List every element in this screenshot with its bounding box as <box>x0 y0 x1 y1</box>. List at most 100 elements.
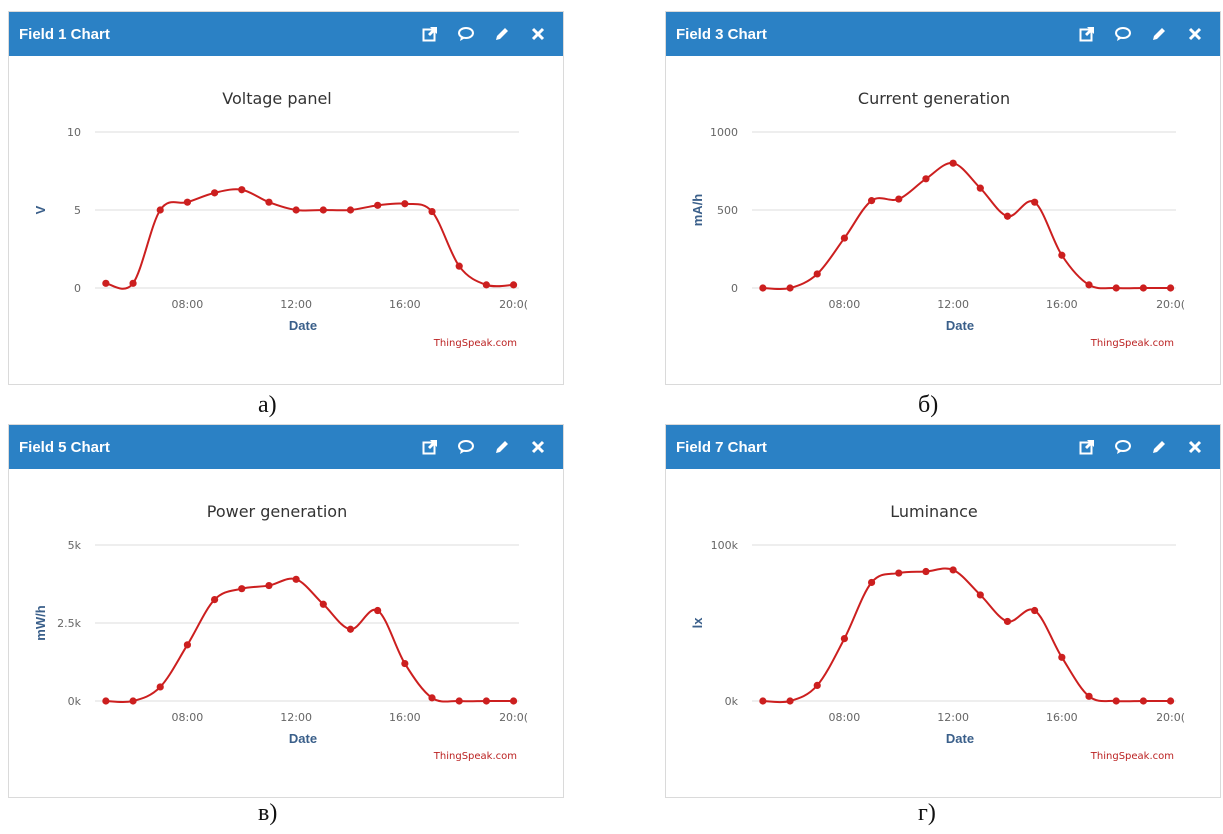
x-tick-label: 16:00 <box>389 298 421 311</box>
x-axis-label: Date <box>946 318 974 333</box>
data-point <box>346 625 355 633</box>
x-tick-label: 16:00 <box>1046 711 1078 724</box>
data-point <box>455 697 463 705</box>
x-tick-label: 08:00 <box>172 298 204 311</box>
chart-title: Luminance <box>890 502 978 521</box>
y-tick-label: 1000 <box>710 126 738 139</box>
chart-title: Voltage panel <box>222 89 332 108</box>
data-point <box>1031 606 1039 615</box>
close-icon[interactable] <box>1186 25 1204 43</box>
data-point <box>509 281 518 289</box>
x-tick-label: 08:00 <box>172 711 204 724</box>
x-tick-label: 12:00 <box>937 711 969 724</box>
data-point <box>1003 212 1012 220</box>
y-axis-label: mA/h <box>690 194 705 227</box>
panel-title: Field 3 Chart <box>676 25 767 43</box>
figure-caption: г) <box>918 800 936 826</box>
data-point <box>786 697 794 705</box>
open-external-icon[interactable] <box>421 25 439 43</box>
data-point <box>346 206 355 214</box>
y-axis-label: mW/h <box>33 605 48 640</box>
data-point <box>238 186 246 194</box>
x-axis-label: Date <box>946 731 974 746</box>
series-line <box>762 567 1171 704</box>
data-point <box>840 635 849 643</box>
data-point <box>455 262 463 270</box>
chart-panel-field-5: Field 5 Chart Power generation 0k 2.5k 5k 08… <box>8 424 564 798</box>
data-point <box>129 697 137 705</box>
panel-header: Field 7 Chart <box>666 425 1220 469</box>
data-point <box>374 606 382 615</box>
data-point <box>156 206 164 214</box>
data-point <box>1085 281 1093 289</box>
data-point <box>482 281 490 289</box>
data-point <box>428 694 436 702</box>
data-point <box>1112 697 1120 705</box>
data-point <box>183 198 192 206</box>
chart-luminance: Luminance 0k 100k 08:00 12:00 16:00 20:0(Date l… <box>690 502 1185 762</box>
data-point <box>1139 697 1147 705</box>
data-point <box>976 591 984 599</box>
data-point <box>895 195 903 203</box>
x-tick-label: 08:00 <box>829 711 861 724</box>
close-icon[interactable] <box>1186 438 1204 456</box>
open-external-icon[interactable] <box>421 438 439 456</box>
credit-link: ThingSpeak.com <box>433 751 517 762</box>
data-point <box>840 234 849 242</box>
data-point <box>265 198 273 206</box>
chart-voltage-panel: Voltage panel 0 5 10 08:00 12:00 16:00 20:0(Dat… <box>33 89 528 349</box>
chart-panel-field-7: Field 7 Chart Luminance 0k 100k 08:00 12:00 1… <box>665 424 1221 798</box>
close-icon[interactable] <box>529 438 547 456</box>
data-point <box>1003 617 1012 626</box>
series-line <box>105 188 514 290</box>
data-point <box>1166 284 1175 292</box>
comment-icon[interactable] <box>1114 438 1132 456</box>
panel-title: Field 1 Chart <box>19 25 110 43</box>
credit-link: ThingSpeak.com <box>1090 751 1174 762</box>
panel-header: Field 5 Chart <box>9 425 563 469</box>
data-point <box>949 566 957 574</box>
comment-icon[interactable] <box>1114 25 1132 43</box>
data-point <box>813 681 821 689</box>
x-tick-label: 08:00 <box>829 298 861 311</box>
x-tick-label: 20:0( <box>499 298 528 311</box>
x-tick-label: 12:00 <box>937 298 969 311</box>
x-tick-label: 20:0( <box>499 711 528 724</box>
y-tick-label: 0k <box>725 695 739 708</box>
data-point <box>509 697 518 705</box>
figure-caption: б) <box>918 392 939 418</box>
data-point <box>759 697 767 705</box>
pencil-icon[interactable] <box>493 438 511 456</box>
data-point <box>786 284 794 292</box>
chart-panel-field-3: Field 3 Chart Current generation 0 500 1000… <box>665 11 1221 385</box>
y-tick-label: 2.5k <box>57 617 81 630</box>
pencil-icon[interactable] <box>1150 438 1168 456</box>
close-icon[interactable] <box>529 25 547 43</box>
data-point <box>1058 251 1066 259</box>
pencil-icon[interactable] <box>493 25 511 43</box>
data-point <box>156 683 164 691</box>
data-point <box>922 567 930 576</box>
data-point <box>1058 653 1066 661</box>
y-tick-label: 0k <box>68 695 82 708</box>
figure-caption: в) <box>258 800 278 826</box>
data-point <box>292 206 300 214</box>
credit-link: ThingSpeak.com <box>1090 338 1174 349</box>
comment-icon[interactable] <box>457 438 475 456</box>
y-axis-label: V <box>33 205 48 214</box>
data-point <box>183 641 192 649</box>
panel-header: Field 1 Chart <box>9 12 563 56</box>
comment-icon[interactable] <box>457 25 475 43</box>
data-point <box>374 201 382 209</box>
open-external-icon[interactable] <box>1078 25 1096 43</box>
chart-power-generation: Power generation 0k 2.5k 5k 08:00 12:00 16:00 2… <box>33 502 528 762</box>
y-tick-label: 10 <box>67 126 81 139</box>
chart-panel-field-1: Field 1 Chart Voltage panel 0 5 10 08:00 12:0… <box>8 11 564 385</box>
x-tick-label: 20:0( <box>1156 298 1185 311</box>
chart-title: Current generation <box>858 89 1010 108</box>
open-external-icon[interactable] <box>1078 438 1096 456</box>
y-tick-label: 0 <box>731 282 738 295</box>
data-point <box>482 697 490 705</box>
data-point <box>102 279 110 287</box>
pencil-icon[interactable] <box>1150 25 1168 43</box>
